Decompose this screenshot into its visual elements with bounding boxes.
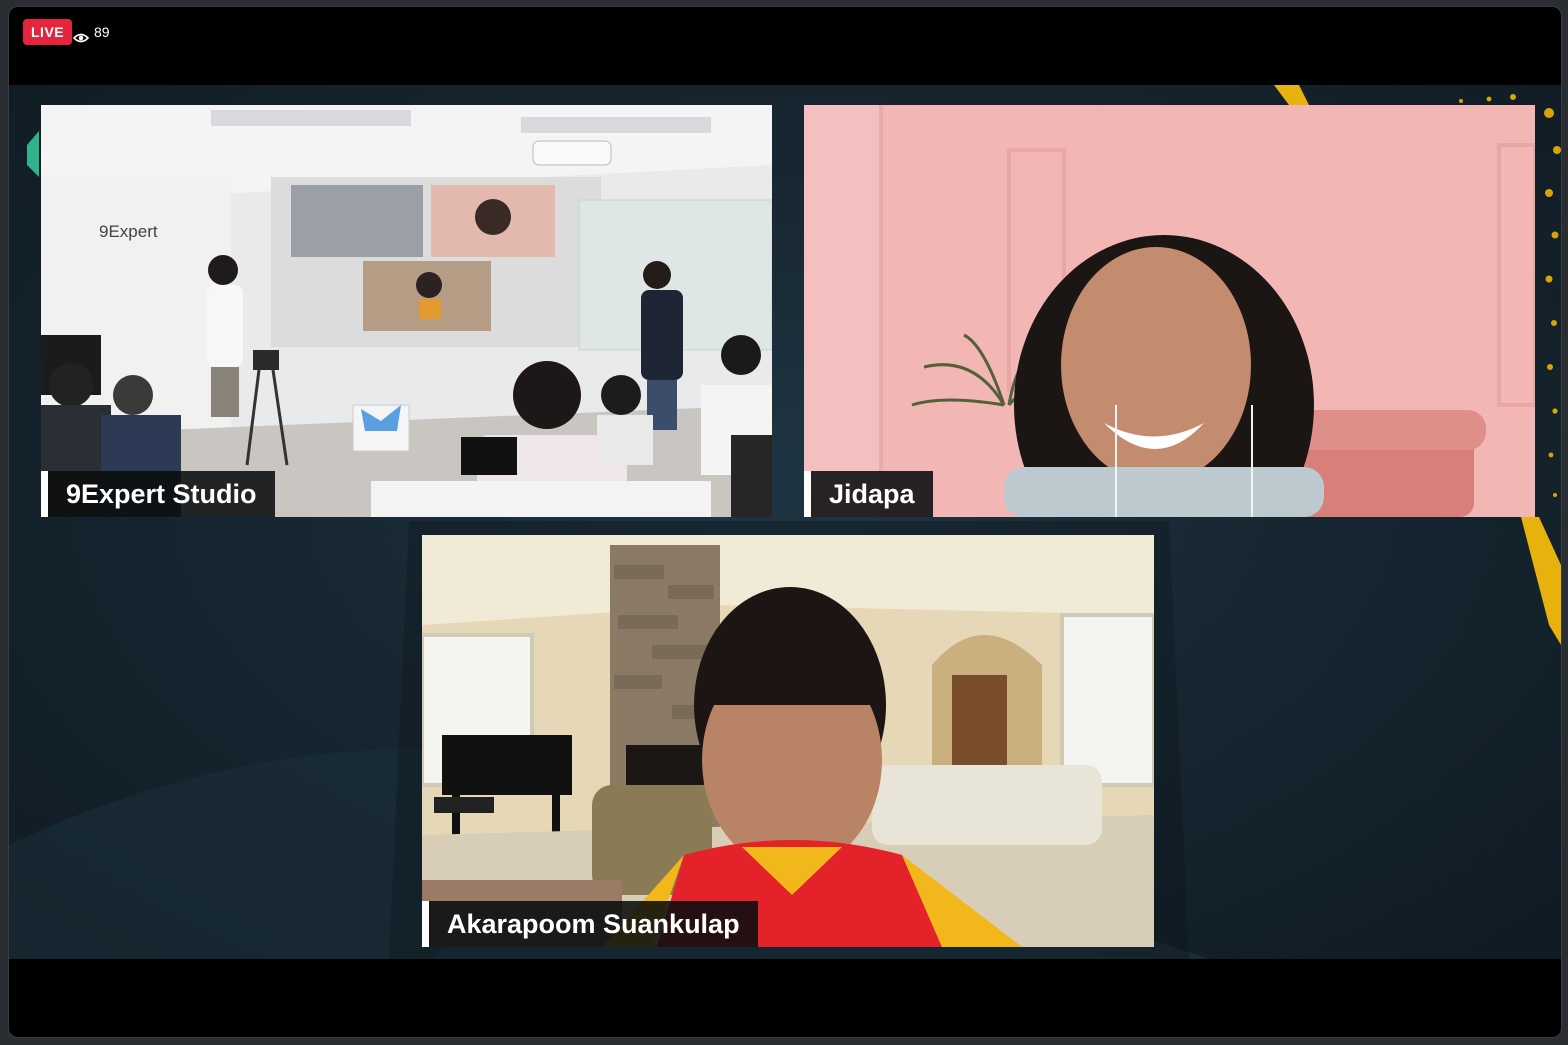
video-tile-akarapoom-suankulap[interactable]: Akarapoom Suankulap: [422, 535, 1154, 947]
akarapoom-video-feed: [422, 535, 1154, 947]
jidapa-video-feed: [804, 105, 1535, 517]
video-grid-stage: 9Expert 9Expert Studio Jidapa Akarapoom …: [9, 85, 1561, 959]
eye-icon: [72, 26, 90, 43]
participant-name-tag: 9Expert Studio: [41, 471, 275, 517]
stream-top-bar: LIVE 89: [9, 7, 1561, 85]
participant-name-tag: Jidapa: [804, 471, 933, 517]
stream-bottom-bar: [9, 959, 1561, 1037]
studio-video-feed: 9Expert: [41, 105, 772, 517]
participant-name-tag: Akarapoom Suankulap: [422, 901, 758, 947]
live-stream-window: LIVE 89 9Expert 9Expert Studio Jidapa Ak…: [8, 6, 1562, 1038]
live-badge: LIVE: [23, 19, 73, 45]
wall-logo: 9Expert: [99, 222, 158, 241]
viewer-count-value: 89: [94, 24, 110, 40]
viewer-count: 89: [72, 19, 110, 45]
video-tile-jidapa[interactable]: Jidapa: [804, 105, 1535, 517]
video-tile-9expert-studio[interactable]: 9Expert 9Expert Studio: [41, 105, 772, 517]
